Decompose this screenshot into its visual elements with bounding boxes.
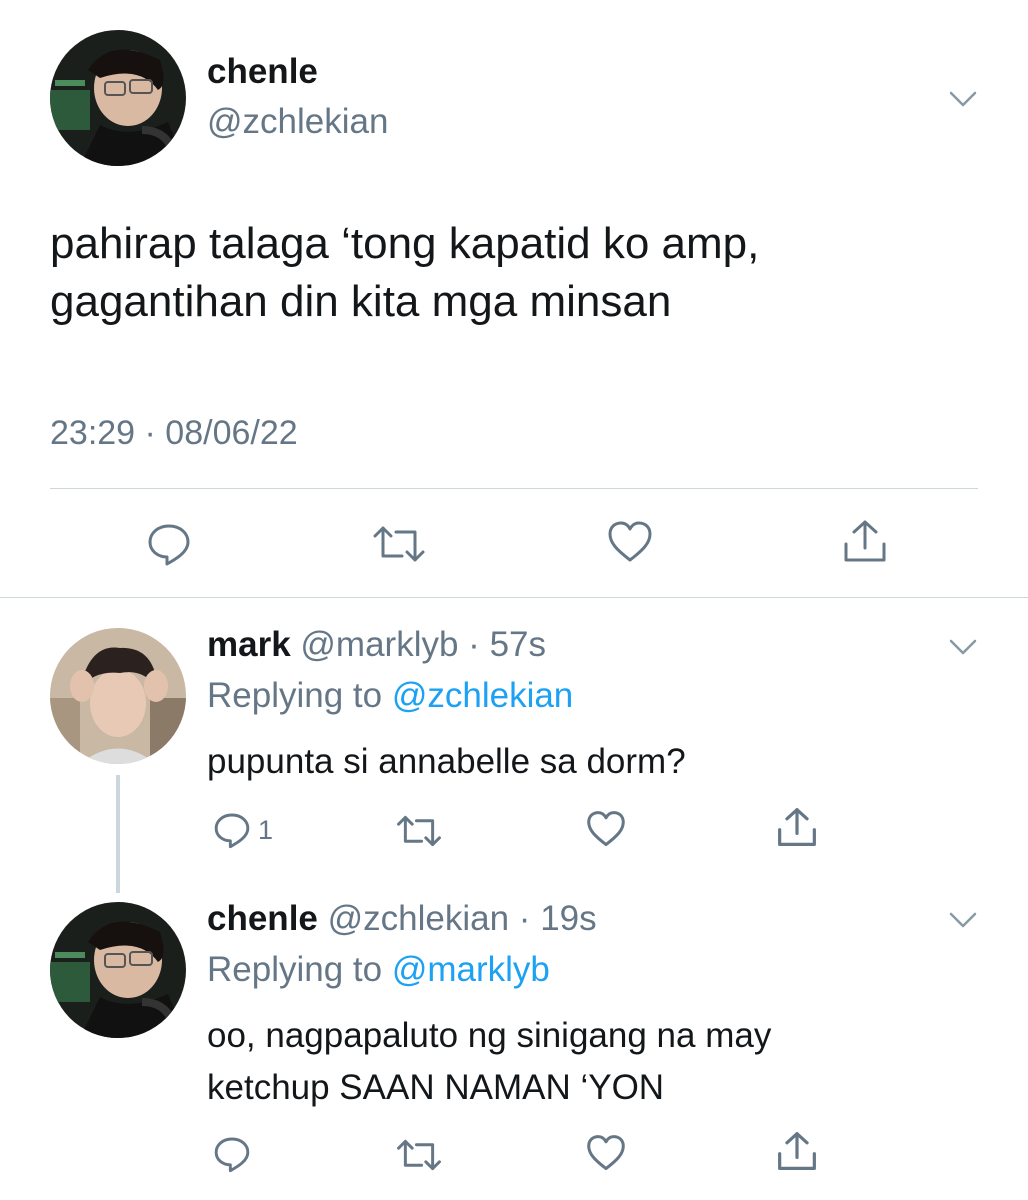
- reply-text-line: oo, nagpapaluto ng sinigang na may: [207, 1016, 772, 1055]
- like-icon: [587, 1135, 625, 1171]
- reply-header: mark @marklyb · 57s: [207, 625, 546, 665]
- reply-icon: [214, 813, 250, 849]
- reply-text-line: ketchup SAAN NAMAN ‘YON: [207, 1068, 665, 1107]
- author-name[interactable]: chenle: [207, 52, 318, 92]
- replying-to: Replying to @zchlekian: [207, 676, 573, 716]
- mention-link[interactable]: @zchlekian: [392, 676, 573, 715]
- reply-icon: [148, 524, 190, 566]
- tweet-text-line: pahirap talaga ‘tong kapatid ko amp,: [50, 219, 760, 268]
- share-button[interactable]: [776, 806, 818, 848]
- replying-to: Replying to @marklyb: [207, 950, 550, 990]
- retweet-button[interactable]: [372, 522, 426, 566]
- share-button[interactable]: [842, 518, 888, 564]
- reply-time[interactable]: 57s: [490, 625, 546, 664]
- reply-author-name[interactable]: chenle: [207, 899, 318, 938]
- reply-count: 1: [258, 814, 274, 845]
- separator-dot: ·: [509, 899, 541, 938]
- reply-text: pupunta si annabelle sa dorm?: [207, 736, 997, 788]
- share-icon: [844, 520, 886, 562]
- like-button[interactable]: [607, 520, 653, 564]
- share-icon: [778, 808, 816, 846]
- like-icon: [587, 811, 625, 847]
- author-handle[interactable]: @zchlekian: [207, 102, 388, 142]
- reply-button[interactable]: 1: [212, 810, 273, 850]
- tweet-detail-view: chenle @zchlekian pahirap talaga ‘tong k…: [0, 0, 1028, 1200]
- retweet-icon: [397, 1139, 441, 1171]
- tweet-timestamp[interactable]: 23:29 · 08/06/22: [50, 414, 298, 453]
- reply-author-handle[interactable]: @marklyb: [300, 625, 458, 664]
- reply-header: chenle @zchlekian · 19s: [207, 899, 597, 939]
- reply-button[interactable]: [145, 520, 193, 568]
- avatar-chenle[interactable]: [50, 30, 186, 166]
- divider: [50, 488, 978, 489]
- retweet-button[interactable]: [396, 812, 442, 850]
- share-button[interactable]: [776, 1130, 818, 1172]
- reply-text: oo, nagpapaluto ng sinigang na may ketch…: [207, 1010, 997, 1114]
- reply-text-line: pupunta si annabelle sa dorm?: [207, 742, 686, 781]
- retweet-icon: [397, 815, 441, 847]
- like-button[interactable]: [586, 810, 626, 848]
- retweet-icon: [373, 526, 425, 562]
- like-button[interactable]: [586, 1134, 626, 1172]
- reply-icon: [214, 1137, 250, 1173]
- thread-line: [116, 775, 120, 893]
- mention-link[interactable]: @marklyb: [392, 950, 550, 989]
- avatar-chenle[interactable]: [50, 902, 186, 1038]
- chevron-down-icon[interactable]: [948, 911, 978, 929]
- tweet-text-line: gagantihan din kita mga minsan: [50, 277, 672, 326]
- chevron-down-icon[interactable]: [948, 90, 978, 108]
- like-icon: [608, 521, 652, 562]
- tweet-text: pahirap talaga ‘tong kapatid ko amp, gag…: [50, 215, 1000, 331]
- separator-dot: ·: [458, 625, 490, 664]
- avatar-mark[interactable]: [50, 628, 186, 764]
- reply-time[interactable]: 19s: [540, 899, 596, 938]
- retweet-button[interactable]: [396, 1136, 442, 1174]
- divider: [0, 597, 1028, 598]
- chevron-down-icon[interactable]: [948, 638, 978, 656]
- share-icon: [778, 1132, 816, 1170]
- reply-author-name[interactable]: mark: [207, 625, 291, 664]
- reply-author-handle[interactable]: @zchlekian: [328, 899, 509, 938]
- replying-to-label: Replying to: [207, 676, 392, 715]
- replying-to-label: Replying to: [207, 950, 392, 989]
- reply-button[interactable]: [212, 1134, 258, 1174]
